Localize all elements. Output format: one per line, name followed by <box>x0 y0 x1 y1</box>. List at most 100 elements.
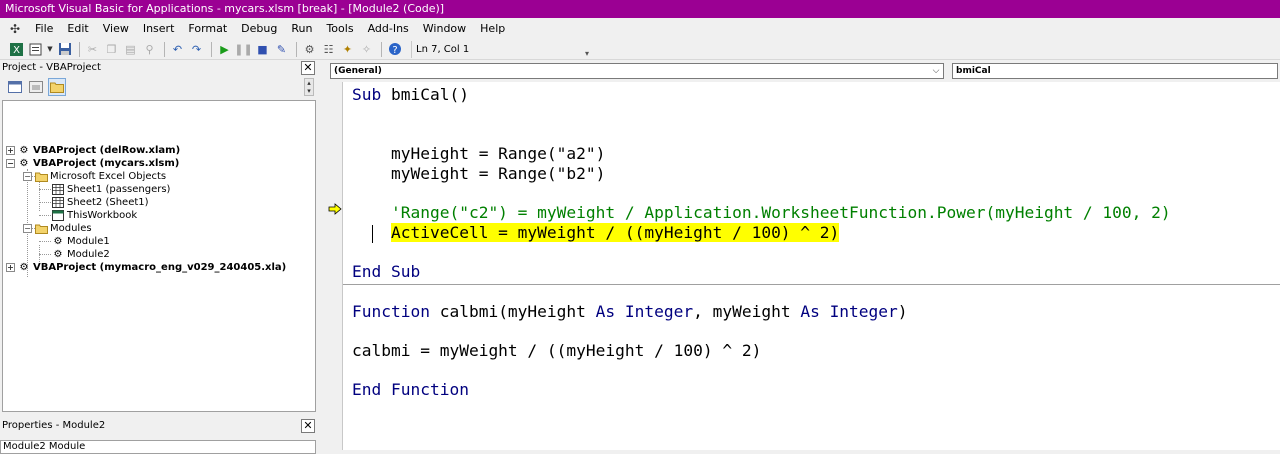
code-line[interactable]: End Sub <box>352 262 420 282</box>
highlighted-statement: ActiveCell = myWeight / ((myHeight / 100… <box>390 223 840 242</box>
module-icon: ⚙ <box>53 249 63 260</box>
tree-node[interactable]: Sheet2 (Sheet1) <box>51 196 149 209</box>
copy-icon[interactable]: ❐ <box>103 41 120 58</box>
menu-add-ins[interactable]: Add-Ins <box>361 18 416 39</box>
current-execution-line[interactable]: ActiveCell = myWeight / ((myHeight / 100… <box>352 223 840 243</box>
insert-dropdown-icon[interactable]: ▼ <box>46 41 54 58</box>
pane-scroll-grip-icon[interactable]: ▴ ▾ <box>304 78 314 96</box>
tree-node[interactable]: ⚙ Module2 <box>51 248 110 261</box>
code-line[interactable]: myWeight = Range("b2") <box>352 164 605 184</box>
code-editor[interactable]: Sub bmiCal() myHeight = Range("a2") myWe… <box>342 82 1280 450</box>
run-icon[interactable]: ▶ <box>216 41 233 58</box>
object-combo[interactable]: (General) ⌵ <box>330 63 944 79</box>
expand-icon[interactable]: + <box>6 146 15 155</box>
menu-edit[interactable]: Edit <box>60 18 95 39</box>
menu-tools[interactable]: Tools <box>319 18 360 39</box>
toolbar-separator <box>79 41 80 57</box>
toolbar-separator <box>296 41 297 57</box>
comment-line[interactable]: 'Range("c2") = myWeight / Application.Wo… <box>352 203 1171 223</box>
tree-node[interactable]: ThisWorkbook <box>51 209 137 222</box>
code-window: (General) ⌵ bmiCal Sub bmiCal() myHeight… <box>322 60 1280 450</box>
project-explorer: Project - VBAProject ✕ ▴ ▾ + ⚙ VBAProject… <box>0 60 318 415</box>
menu-run[interactable]: Run <box>284 18 319 39</box>
procedure-combo-value: bmiCal <box>956 66 991 76</box>
vba-app-icon[interactable]: ✣ <box>6 21 24 37</box>
view-code-icon[interactable] <box>6 78 24 96</box>
folder-open-icon <box>34 223 48 235</box>
workbook-icon <box>51 210 65 222</box>
cut-icon[interactable]: ✂ <box>84 41 101 58</box>
code-line[interactable]: End Function <box>352 380 469 400</box>
collapse-icon[interactable]: − <box>23 172 32 181</box>
help-icon[interactable]: ? <box>386 41 403 58</box>
code-line[interactable]: calbmi = myWeight / ((myHeight / 100) ^ … <box>352 341 761 361</box>
tree-label: Sheet2 (Sheet1) <box>67 197 149 208</box>
tree-label: Module1 <box>67 236 110 247</box>
indicator-margin[interactable] <box>343 82 352 450</box>
project-explorer-icon[interactable]: ⚙ <box>301 41 318 58</box>
close-properties-pane-button[interactable]: ✕ <box>301 419 315 433</box>
design-mode-icon[interactable]: ✎ <box>273 41 290 58</box>
menu-format[interactable]: Format <box>181 18 234 39</box>
breakpoint-gutter[interactable] <box>322 82 342 450</box>
collapse-icon[interactable]: − <box>6 159 15 168</box>
object-browser-icon[interactable]: ✦ <box>339 41 356 58</box>
toggle-folders-icon[interactable] <box>48 78 66 96</box>
toolbar-options-icon[interactable]: ▾ <box>583 41 591 58</box>
procedure-combo[interactable]: bmiCal <box>952 63 1278 79</box>
keyword: End Function <box>352 380 469 399</box>
project-tree: + ⚙ VBAProject (delRow.xlam) − ⚙ VBAProj… <box>2 100 316 412</box>
excel-view-icon[interactable]: X <box>8 41 25 58</box>
window-title: Microsoft Visual Basic for Applications … <box>0 0 1280 18</box>
undo-icon[interactable]: ↶ <box>169 41 186 58</box>
toolbox-icon[interactable]: ✧ <box>358 41 375 58</box>
code-text-span: ) <box>897 302 908 321</box>
project-pane-toolbar: ▴ ▾ <box>0 76 318 98</box>
find-icon[interactable]: ⚲ <box>141 41 158 58</box>
tree-node[interactable]: Sheet1 (passengers) <box>51 183 170 196</box>
menu-insert[interactable]: Insert <box>136 18 182 39</box>
keyword: Function <box>352 302 430 321</box>
redo-icon[interactable]: ↷ <box>188 41 205 58</box>
tree-node[interactable]: + ⚙ VBAProject (mymacro_eng_v029_240405.… <box>6 261 286 274</box>
tree-node[interactable]: − ⚙ VBAProject (mycars.xlsm) <box>6 157 179 170</box>
properties-object-combo[interactable]: Module2 Module <box>0 440 316 454</box>
close-project-pane-button[interactable]: ✕ <box>301 61 315 75</box>
tree-label: ThisWorkbook <box>67 210 138 221</box>
paste-icon[interactable]: ▤ <box>122 41 139 58</box>
properties-window-icon[interactable]: ☷ <box>320 41 337 58</box>
menu-window[interactable]: Window <box>416 18 473 39</box>
code-text-span: calbmi = myWeight / ((myHeight / 100) ^ … <box>352 341 762 360</box>
execution-arrow-icon <box>328 203 342 215</box>
code-line[interactable]: Sub bmiCal() <box>352 85 469 105</box>
keyword: As Integer <box>595 302 694 321</box>
view-object-icon[interactable] <box>27 78 45 96</box>
expand-icon[interactable]: + <box>6 263 15 272</box>
chevron-down-icon[interactable]: ⌵ <box>929 64 943 78</box>
code-line[interactable]: myHeight = Range("a2") <box>352 144 605 164</box>
insert-module-icon[interactable] <box>27 41 44 58</box>
menu-view[interactable]: View <box>96 18 136 39</box>
break-icon[interactable]: ❚❚ <box>234 41 252 58</box>
tree-node[interactable]: ⚙ Module1 <box>51 235 110 248</box>
menu-file[interactable]: File <box>28 18 60 39</box>
code-text-span: bmiCal() <box>381 85 469 104</box>
tree-node[interactable]: − Modules <box>23 222 92 235</box>
tree-node[interactable]: + ⚙ VBAProject (delRow.xlam) <box>6 144 180 157</box>
properties-pane-header: Properties - Module2 ✕ <box>0 418 318 434</box>
module-icon: ⚙ <box>53 236 63 247</box>
properties-pane-title: Properties - Module2 <box>2 420 106 431</box>
code-line[interactable]: Function calbmi(myHeight As Integer, myW… <box>352 302 908 322</box>
save-icon[interactable] <box>56 41 73 58</box>
toolbar-separator <box>164 41 165 57</box>
menu-debug[interactable]: Debug <box>234 18 284 39</box>
tree-node[interactable]: − Microsoft Excel Objects <box>23 170 166 183</box>
collapse-icon[interactable]: − <box>23 224 32 233</box>
reset-icon[interactable]: ■ <box>254 41 271 58</box>
object-combo-value: (General) <box>334 66 382 76</box>
keyword: Sub <box>352 85 382 104</box>
code-combos: (General) ⌵ bmiCal <box>322 60 1280 82</box>
folder-open-icon <box>34 171 48 183</box>
comment-text: 'Range("c2") = myWeight / Application.Wo… <box>352 203 1171 222</box>
menu-help[interactable]: Help <box>473 18 512 39</box>
